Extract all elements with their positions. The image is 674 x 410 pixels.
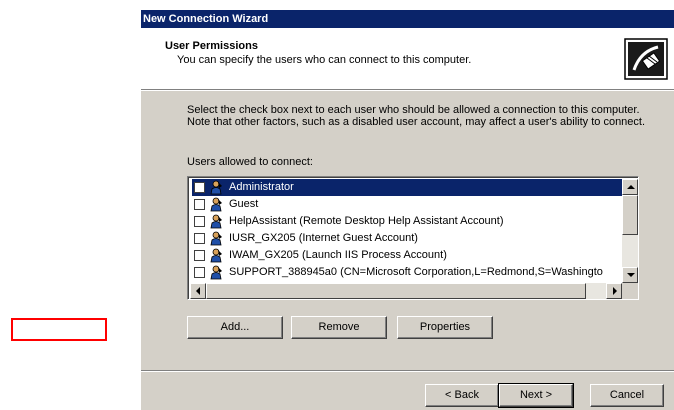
wizard-header: User Permissions You can specify the use… [141,28,674,89]
user-checkbox[interactable] [194,267,205,278]
wizard-window: New Connection Wizard User Permissions Y… [141,10,674,410]
user-name: IWAM_GX205 (Launch IIS Process Account) [229,249,447,261]
cancel-button[interactable]: Cancel [590,384,664,407]
window-title: New Connection Wizard [141,10,674,28]
horizontal-scroll-thumb[interactable] [206,283,586,299]
user-checkbox[interactable] [194,199,205,210]
user-list-item[interactable]: HelpAssistant (Remote Desktop Help Assis… [192,213,622,230]
add-button[interactable]: Add... [187,316,283,339]
user-name: IUSR_GX205 (Internet Guest Account) [229,232,418,244]
page-title: User Permissions [165,40,258,52]
scroll-left-button[interactable] [190,283,206,299]
user-icon [209,180,224,195]
users-list: Administrator Guest HelpAssistant (Remote … [190,179,622,283]
user-list-item[interactable]: SUPPORT_388945a0 (CN=Microsoft Corporati… [192,264,622,281]
user-list-item[interactable]: IUSR_GX205 (Internet Guest Account) [192,230,622,247]
vertical-scroll-thumb[interactable] [622,195,638,235]
user-list-item[interactable]: Administrator [192,179,622,196]
user-list-item[interactable]: IWAM_GX205 (Launch IIS Process Account) [192,247,622,264]
network-cable-icon [624,38,668,80]
user-list-item[interactable]: Guest [192,196,622,213]
user-icon [209,214,224,229]
user-checkbox[interactable] [194,216,205,227]
properties-button[interactable]: Properties [397,316,493,339]
footer-divider [141,370,674,372]
page-subtitle: You can specify the users who can connec… [177,54,472,66]
back-button[interactable]: < Back [425,384,499,407]
user-icon [209,197,224,212]
user-checkbox[interactable] [194,233,205,244]
user-name: Administrator [227,179,296,196]
horizontal-scrollbar[interactable] [190,283,622,299]
instructions-text: Select the check box next to each user w… [187,104,646,128]
users-list-label: Users allowed to connect: [187,156,313,168]
users-listbox[interactable]: Administrator Guest HelpAssistant (Remote … [187,176,639,300]
user-icon [209,231,224,246]
scroll-right-button[interactable] [606,283,622,299]
scroll-up-button[interactable] [622,179,638,195]
scroll-down-button[interactable] [622,267,638,283]
user-icon [209,248,224,263]
remove-button[interactable]: Remove [291,316,387,339]
user-icon [209,265,224,280]
highlight-box [11,318,107,341]
user-name: HelpAssistant (Remote Desktop Help Assis… [229,215,504,227]
header-divider [141,89,674,91]
user-name: SUPPORT_388945a0 (CN=Microsoft Corporati… [229,266,603,278]
user-name: Guest [229,198,259,210]
scrollbar-corner [622,283,638,299]
next-button[interactable]: Next > [498,383,574,408]
user-checkbox[interactable] [194,250,205,261]
user-checkbox[interactable] [194,182,205,193]
